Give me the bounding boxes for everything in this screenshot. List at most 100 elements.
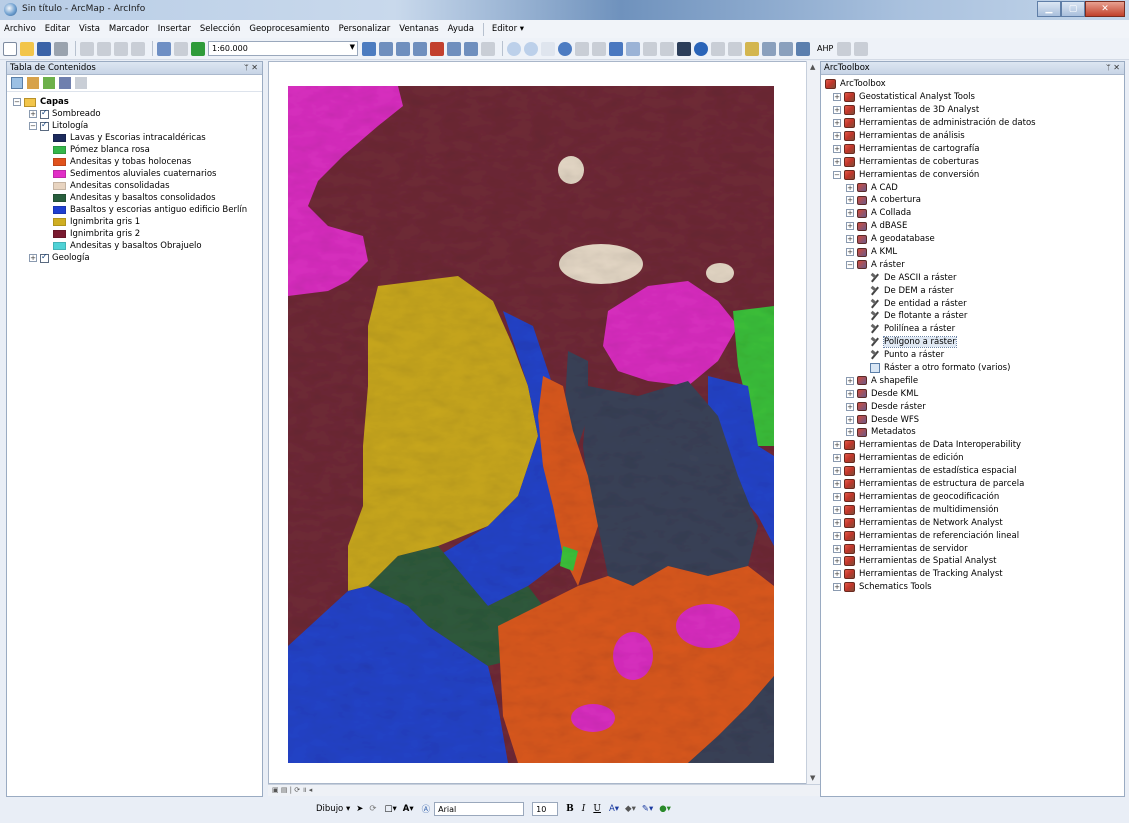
- menu-item[interactable]: Archivo: [4, 24, 36, 34]
- menu-item[interactable]: Insertar: [158, 24, 191, 34]
- toolbox-item[interactable]: + Herramientas de servidor: [825, 542, 1124, 555]
- toolset-item[interactable]: + Desde WFS: [825, 413, 1124, 426]
- python-window-icon[interactable]: [447, 41, 461, 56]
- toolbox-tool[interactable]: De flotante a ráster: [825, 310, 1124, 323]
- map-vertical-scrollbar[interactable]: ▲ ▼: [806, 61, 820, 784]
- map-horizontal-scrollbar[interactable]: ▣ ▤ | ⟳ ॥ ◂: [268, 784, 820, 796]
- legend-item[interactable]: Pómez blanca rosa: [13, 144, 262, 156]
- expand-icon[interactable]: +: [833, 441, 841, 450]
- expand-icon[interactable]: +: [846, 415, 854, 424]
- ahp-tool-icon[interactable]: [837, 41, 852, 56]
- legend-swatch[interactable]: [53, 230, 66, 238]
- expand-icon[interactable]: +: [846, 402, 854, 411]
- line-color-icon[interactable]: ✎▾: [642, 804, 653, 814]
- toolbox-item[interactable]: + Herramientas de estructura de parcela: [825, 478, 1124, 491]
- menu-item[interactable]: Selección: [200, 24, 241, 34]
- legend-item[interactable]: Andesitas consolidadas: [13, 180, 262, 192]
- fill-color-icon[interactable]: ◆▾: [625, 804, 636, 814]
- menu-item[interactable]: Geoprocesamiento: [249, 24, 329, 34]
- legend-item[interactable]: Ignimbrita gris 1: [13, 216, 262, 228]
- legend-swatch[interactable]: [53, 182, 66, 190]
- toolbox-tool[interactable]: De entidad a ráster: [825, 297, 1124, 310]
- rectangle-icon[interactable]: □▾: [384, 804, 396, 814]
- font-color-icon[interactable]: A▾: [609, 804, 619, 814]
- menu-item[interactable]: Editar: [45, 24, 70, 34]
- legend-item[interactable]: Lavas y Escorias intracaldéricas: [13, 132, 262, 144]
- text-icon[interactable]: A▾: [403, 804, 414, 814]
- expand-icon[interactable]: +: [846, 222, 854, 231]
- table-of-contents-icon[interactable]: [379, 41, 393, 56]
- map-scale-combo[interactable]: 1:60.000 ▼: [208, 41, 358, 56]
- time-slider-icon[interactable]: [796, 41, 810, 56]
- collapse-icon[interactable]: −: [13, 98, 21, 106]
- ahp-toolbar-label[interactable]: AHP: [817, 44, 833, 53]
- html-popup-icon[interactable]: [728, 41, 742, 56]
- toolset-item[interactable]: + Metadatos: [825, 426, 1124, 439]
- toolset-item[interactable]: + A CAD: [825, 181, 1124, 194]
- layer-visibility-checkbox[interactable]: [40, 108, 49, 119]
- toc-layer-sombreado[interactable]: + Sombreado: [13, 108, 262, 120]
- toolset-item[interactable]: + A dBASE: [825, 220, 1124, 233]
- toolbox-item[interactable]: + Herramientas de referenciación lineal: [825, 529, 1124, 542]
- toc-root-layers[interactable]: − Capas: [13, 96, 262, 108]
- expand-icon[interactable]: +: [846, 183, 854, 192]
- drawing-menu[interactable]: Dibujo ▾: [316, 804, 350, 814]
- toolbox-item[interactable]: + Herramientas de edición: [825, 452, 1124, 465]
- arctoolbox-icon[interactable]: [430, 41, 444, 56]
- collapse-icon[interactable]: −: [846, 260, 854, 269]
- expand-icon[interactable]: +: [846, 428, 854, 437]
- layer-visibility-checkbox[interactable]: [40, 252, 49, 263]
- toolset-item[interactable]: + Desde KML: [825, 387, 1124, 400]
- legend-swatch[interactable]: [53, 218, 66, 226]
- toolset-item[interactable]: + A shapefile: [825, 374, 1124, 387]
- expand-icon[interactable]: +: [833, 518, 841, 527]
- toolbox-item[interactable]: + Herramientas de coberturas: [825, 155, 1124, 168]
- go-to-xy-icon[interactable]: [779, 41, 793, 56]
- measure-icon[interactable]: [745, 41, 759, 56]
- legend-item[interactable]: Basaltos y escorias antiguo edificio Ber…: [13, 204, 262, 216]
- legend-item[interactable]: Ignimbrita gris 2: [13, 228, 262, 240]
- expand-icon[interactable]: +: [833, 480, 841, 489]
- toolbox-tool[interactable]: Punto a ráster: [825, 349, 1124, 362]
- scroll-down-icon[interactable]: ▼: [810, 774, 815, 782]
- toolbox-tool[interactable]: Polígono a ráster: [825, 336, 1124, 349]
- toolbox-item[interactable]: + Herramientas de Network Analyst: [825, 516, 1124, 529]
- marker-color-icon[interactable]: ●▾: [659, 804, 671, 814]
- close-button[interactable]: ✕: [1085, 1, 1125, 17]
- toolset-item[interactable]: + A KML: [825, 246, 1124, 259]
- modelbuilder-icon[interactable]: [464, 41, 478, 56]
- expand-icon[interactable]: +: [833, 570, 841, 579]
- geologic-map[interactable]: [288, 86, 774, 763]
- expand-icon[interactable]: +: [833, 467, 841, 476]
- toolbox-item[interactable]: + Herramientas de multidimensión: [825, 503, 1124, 516]
- expand-icon[interactable]: +: [846, 235, 854, 244]
- legend-swatch[interactable]: [53, 194, 66, 202]
- toolbox-item[interactable]: + Herramientas de Tracking Analyst: [825, 568, 1124, 581]
- editor-toolbar-icon[interactable]: [362, 41, 376, 56]
- select-features-icon[interactable]: [643, 41, 657, 56]
- pan-icon[interactable]: [541, 41, 555, 56]
- toolbox-item[interactable]: + Herramientas de 3D Analyst: [825, 104, 1124, 117]
- expand-icon[interactable]: +: [833, 106, 841, 115]
- select-elements-icon[interactable]: [677, 41, 691, 56]
- menu-item[interactable]: Ventanas: [399, 24, 438, 34]
- legend-item[interactable]: Andesitas y tobas holocenas: [13, 156, 262, 168]
- legend-swatch[interactable]: [53, 242, 66, 250]
- expand-icon[interactable]: +: [833, 132, 841, 140]
- pin-close-icon[interactable]: ᛘ ✕: [1106, 63, 1120, 72]
- legend-swatch[interactable]: [53, 158, 66, 166]
- legend-item[interactable]: Sedimentos aluviales cuaternarios: [13, 168, 262, 180]
- list-by-drawing-order-icon[interactable]: [11, 77, 23, 89]
- expand-icon[interactable]: +: [833, 119, 841, 128]
- expand-icon[interactable]: +: [846, 196, 854, 205]
- toolbox-item[interactable]: + Herramientas de geocodificación: [825, 491, 1124, 504]
- toolbox-tool[interactable]: De DEM a ráster: [825, 284, 1124, 297]
- add-data-icon[interactable]: [191, 41, 205, 56]
- toolset-item[interactable]: + A cobertura: [825, 194, 1124, 207]
- toolbox-item[interactable]: − Herramientas de conversión: [825, 168, 1124, 181]
- toolbox-item[interactable]: + Herramientas de Spatial Analyst: [825, 555, 1124, 568]
- expand-icon[interactable]: +: [846, 248, 854, 257]
- fixed-zoom-out-icon[interactable]: [592, 41, 606, 56]
- expand-icon[interactable]: +: [833, 505, 841, 514]
- font-size-combo[interactable]: 10: [532, 802, 559, 816]
